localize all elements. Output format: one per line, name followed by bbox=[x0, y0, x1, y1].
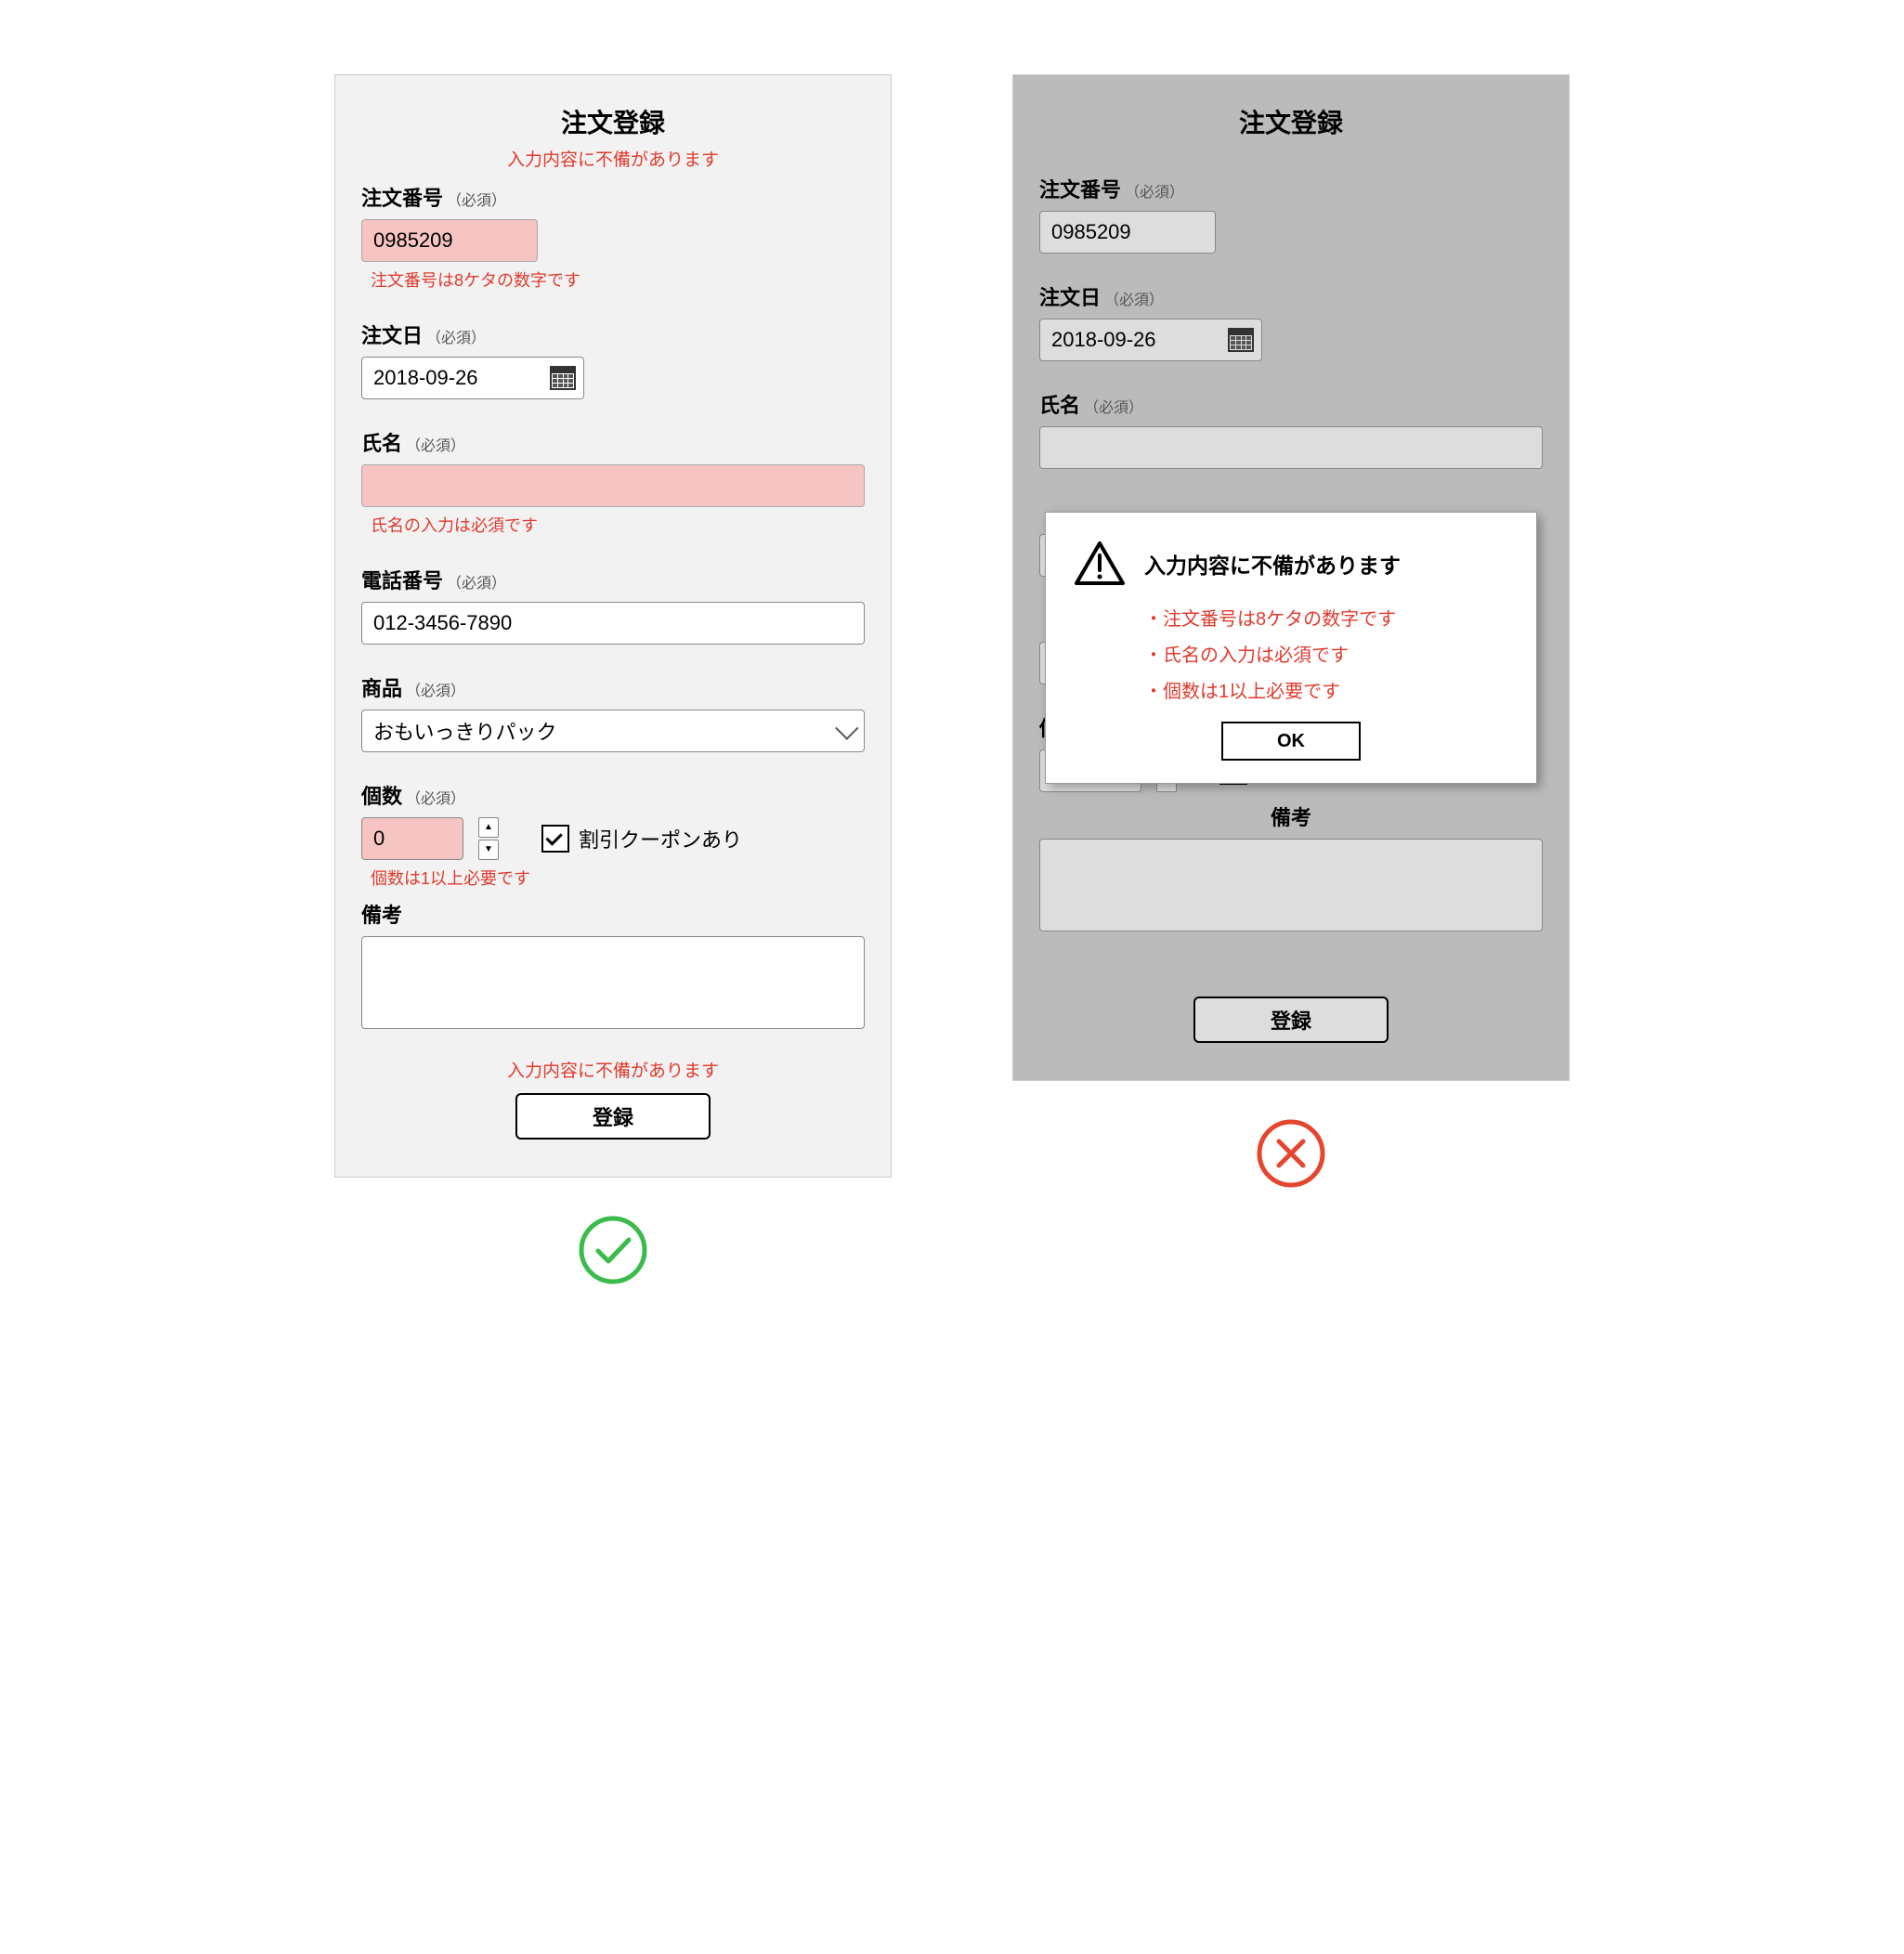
calendar-icon[interactable] bbox=[1228, 328, 1254, 352]
label-phone: 電話番号 （必須） bbox=[361, 565, 865, 594]
label-name: 氏名 （必須） bbox=[361, 427, 865, 457]
field-product: 商品 （必須） おもいっきりパック bbox=[361, 672, 865, 752]
field-quantity: 個数 （必須） 0 ▲ ▼ 割引クーポンあり 個数は1以 bbox=[361, 780, 865, 890]
quantity-down-button[interactable]: ▼ bbox=[478, 840, 499, 860]
error-summary-bottom: 入力内容に不備があります bbox=[361, 1057, 865, 1082]
good-example: 注文登録 入力内容に不備があります 注文番号 （必須） 0985209 注文番号… bbox=[334, 74, 892, 1285]
product-select[interactable]: おもいっきりパック bbox=[361, 710, 865, 752]
label-name: 氏名 （必須） bbox=[1039, 389, 1543, 419]
label-notes: 備考 bbox=[1039, 801, 1543, 831]
form-panel-good: 注文登録 入力内容に不備があります 注文番号 （必須） 0985209 注文番号… bbox=[334, 74, 892, 1178]
notes-textarea[interactable] bbox=[1039, 839, 1543, 931]
page-title: 注文登録 bbox=[361, 103, 865, 140]
order-date-input[interactable]: 2018-09-26 bbox=[361, 357, 584, 399]
label-product: 商品 （必須） bbox=[361, 672, 865, 702]
verdict-bad-icon bbox=[1256, 1118, 1326, 1189]
label-order-number: 注文番号 （必須） bbox=[361, 182, 865, 212]
error-name: 氏名の入力は必須です bbox=[371, 513, 865, 537]
verdict-good-icon bbox=[578, 1215, 648, 1285]
warning-icon bbox=[1074, 541, 1126, 587]
quantity-up-button[interactable]: ▲ bbox=[478, 817, 499, 838]
submit-button[interactable]: 登録 bbox=[1193, 997, 1389, 1043]
modal-title: 入力内容に不備があります bbox=[1144, 548, 1401, 580]
bad-example: 注文登録 注文番号 （必須） 0985209 注文日 （必須） 2018-09-… bbox=[1012, 74, 1570, 1189]
error-summary-top: 入力内容に不備があります bbox=[361, 146, 865, 171]
phone-input[interactable]: 012-3456-7890 bbox=[361, 602, 865, 645]
error-quantity: 個数は1以上必要です bbox=[371, 866, 865, 890]
quantity-input[interactable]: 0 bbox=[361, 817, 463, 860]
label-order-date: 注文日 （必須） bbox=[1039, 281, 1543, 311]
calendar-icon[interactable] bbox=[550, 366, 576, 390]
label-order-number: 注文番号 （必須） bbox=[1039, 174, 1543, 203]
error-order-number: 注文番号は8ケタの数字です bbox=[371, 267, 865, 292]
field-notes: 備考 bbox=[1039, 801, 1543, 931]
field-notes: 備考 bbox=[361, 899, 865, 1029]
chevron-down-icon bbox=[835, 716, 858, 739]
page-title: 注文登録 bbox=[1039, 103, 1543, 140]
field-name: 氏名 （必須） 氏名の入力は必須です bbox=[361, 427, 865, 537]
submit-button[interactable]: 登録 bbox=[515, 1093, 711, 1140]
name-input[interactable] bbox=[1039, 426, 1543, 469]
field-order-date: 注文日 （必須） 2018-09-26 bbox=[1039, 281, 1543, 361]
label-quantity: 個数 （必須） bbox=[361, 780, 865, 810]
modal-error-item: ・注文番号は8ケタの数字です bbox=[1144, 604, 1508, 631]
coupon-checkbox[interactable] bbox=[541, 825, 569, 853]
quantity-stepper: ▲ ▼ bbox=[478, 817, 499, 860]
label-order-date: 注文日 （必須） bbox=[361, 319, 865, 349]
modal-error-item: ・氏名の入力は必須です bbox=[1144, 640, 1508, 667]
field-order-date: 注文日 （必須） 2018-09-26 bbox=[361, 319, 865, 399]
name-input[interactable] bbox=[361, 464, 865, 507]
field-name: 氏名 （必須） bbox=[1039, 389, 1543, 469]
modal-ok-button[interactable]: OK bbox=[1221, 722, 1361, 761]
order-number-input[interactable]: 0985209 bbox=[1039, 211, 1216, 254]
modal-error-list: ・注文番号は8ケタの数字です ・氏名の入力は必須です ・個数は1以上必要です bbox=[1144, 604, 1508, 703]
field-phone: 電話番号 （必須） 012-3456-7890 bbox=[361, 565, 865, 645]
field-order-number: 注文番号 （必須） 0985209 bbox=[1039, 174, 1543, 254]
coupon-label: 割引クーポンあり bbox=[579, 824, 742, 853]
order-date-input[interactable]: 2018-09-26 bbox=[1039, 319, 1262, 361]
modal-error-item: ・個数は1以上必要です bbox=[1144, 676, 1508, 703]
field-order-number: 注文番号 （必須） 0985209 注文番号は8ケタの数字です bbox=[361, 182, 865, 292]
order-number-input[interactable]: 0985209 bbox=[361, 219, 538, 262]
error-modal: 入力内容に不備があります ・注文番号は8ケタの数字です ・氏名の入力は必須です … bbox=[1045, 512, 1537, 784]
check-icon bbox=[545, 828, 562, 845]
form-panel-bad: 注文登録 注文番号 （必須） 0985209 注文日 （必須） 2018-09-… bbox=[1012, 74, 1570, 1081]
label-notes: 備考 bbox=[361, 899, 865, 929]
notes-textarea[interactable] bbox=[361, 936, 865, 1029]
